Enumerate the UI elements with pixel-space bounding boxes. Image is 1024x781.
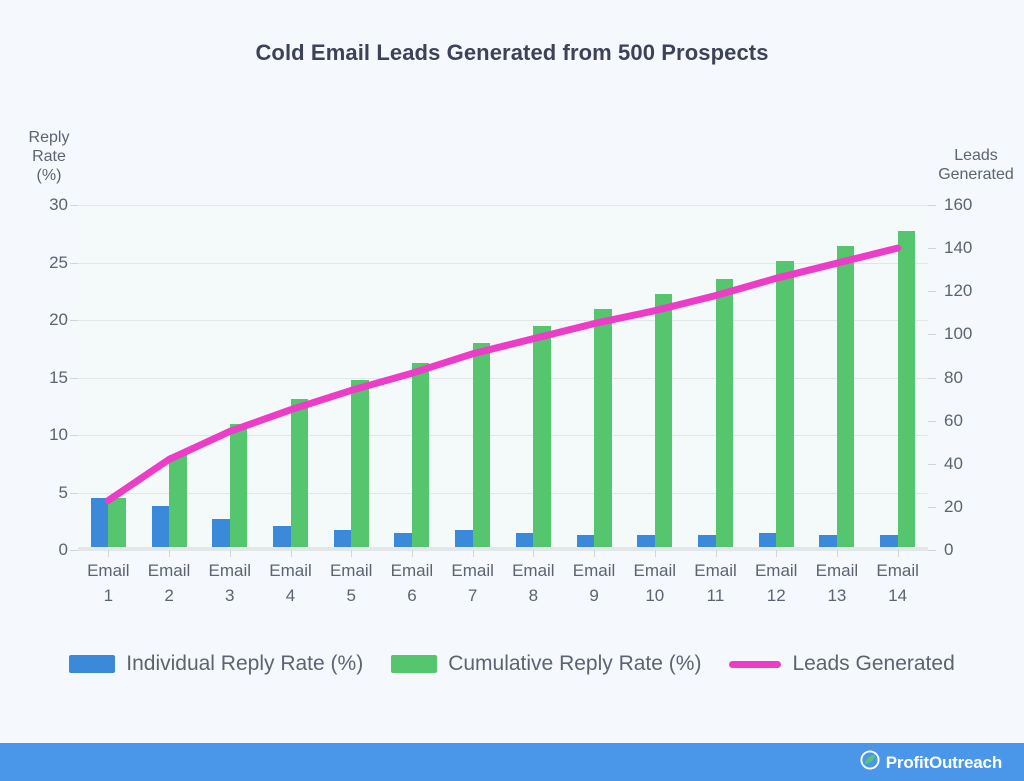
brand-name: ProfitOutreach <box>885 752 1002 772</box>
x-axis-tick-mark <box>411 550 413 557</box>
bar-individual-reply-rate[interactable] <box>90 498 109 550</box>
y-axis-right-tick-label: 120 <box>944 281 973 301</box>
y-axis-left-tick-mark <box>70 320 78 321</box>
legend-color-swatch-icon <box>391 655 438 673</box>
gridline <box>78 492 928 494</box>
legend-label: Individual Reply Rate (%) <box>126 652 364 675</box>
gridline <box>78 320 928 321</box>
gridline <box>78 435 928 436</box>
y-axis-left-tick-label: 30 <box>49 195 68 214</box>
x-axis-tick-mark <box>108 550 110 557</box>
y-axis-right-tick-label: 80 <box>944 367 963 387</box>
bar-cumulative-reply-rate[interactable] <box>229 423 248 550</box>
y-axis-left-tick-label: 5 <box>58 482 68 502</box>
bar-cumulative-reply-rate[interactable] <box>169 454 187 550</box>
y-axis-left-tick-mark <box>70 262 78 264</box>
legend-label: Cumulative Reply Rate (%) <box>448 652 702 675</box>
brand-logo: ProfitOutreach <box>860 750 1002 775</box>
y-axis-left-tick-label: 15 <box>49 367 68 387</box>
chart-title: Cold Email Leads Generated from 500 Pros… <box>255 40 769 65</box>
legend-label: Leads Generated <box>792 652 955 675</box>
axis-baseline <box>78 547 928 550</box>
legend-item[interactable]: Cumulative Reply Rate (%) <box>391 652 701 676</box>
legend-item[interactable]: Leads Generated <box>729 652 955 676</box>
x-axis-tick-mark <box>897 550 899 557</box>
y-axis-right-tick-mark <box>928 506 936 508</box>
legend-color-swatch-icon <box>69 655 116 673</box>
y-axis-right-tick-label: 140 <box>944 238 973 258</box>
bar-cumulative-reply-rate[interactable] <box>836 246 855 550</box>
x-axis-tick-mark <box>715 550 717 557</box>
y-axis-right-tick-mark <box>928 334 936 336</box>
x-axis-tick-mark <box>472 550 474 557</box>
bar-cumulative-reply-rate[interactable] <box>533 325 551 550</box>
plot-area: 0 5 10 15 20 25 30 0 20 40 60 80 100 120 140 160 <box>49 195 972 559</box>
chart-card: Cold Email Leads Generated from 500 Pros… <box>0 0 1024 743</box>
legend-line-swatch-icon <box>729 660 782 668</box>
bar-cumulative-reply-rate[interactable] <box>472 343 491 550</box>
bar-cumulative-reply-rate[interactable] <box>290 399 308 550</box>
bar-cumulative-reply-rate[interactable] <box>351 379 369 550</box>
y-axis-right-tick-label: 40 <box>944 453 963 473</box>
bar-cumulative-reply-rate[interactable] <box>108 498 126 550</box>
x-axis-tick-mark <box>229 550 231 557</box>
y-axis-right-tick-mark <box>928 291 936 293</box>
bar-cumulative-reply-rate[interactable] <box>654 293 673 550</box>
y-axis-right-tick-mark <box>928 248 936 250</box>
gridline <box>78 550 928 551</box>
y-axis-left-tick-mark <box>70 550 78 551</box>
x-axis-tick-mark <box>594 550 596 557</box>
right-axis-title: Leads Generated <box>938 147 1014 183</box>
y-axis-right-tick-label: 20 <box>944 496 963 516</box>
y-axis-right-tick-mark <box>928 463 936 465</box>
y-axis-left-tick-mark <box>70 492 78 494</box>
bar-cumulative-reply-rate[interactable] <box>715 278 733 550</box>
y-axis-right-tick-mark <box>928 550 936 551</box>
x-axis-tick-mark <box>351 550 353 557</box>
bar-cumulative-reply-rate[interactable] <box>897 231 916 550</box>
y-axis-left-tick-mark <box>70 205 78 206</box>
y-axis-right-tick-label: 160 <box>944 195 973 214</box>
bar-individual-reply-rate[interactable] <box>212 518 230 550</box>
bar-cumulative-reply-rate[interactable] <box>594 308 612 550</box>
legend-item[interactable]: Individual Reply Rate (%) <box>69 652 363 676</box>
y-axis-left-tick-label: 25 <box>49 252 68 272</box>
left-axis-title: Reply Rate (%) <box>28 129 70 184</box>
y-axis-right-tick-mark <box>928 377 936 379</box>
gridline <box>78 262 928 264</box>
x-axis-tick-label: Email 14 <box>876 561 919 605</box>
x-axis-tick-mark <box>169 550 171 557</box>
y-axis-right-tick-label: 60 <box>944 410 963 430</box>
bar-cumulative-reply-rate[interactable] <box>411 362 430 550</box>
leaf-circle-icon <box>860 750 880 775</box>
y-axis-left-tick-mark <box>70 435 78 436</box>
y-axis-right-tick-label: 0 <box>944 540 954 559</box>
y-axis-left-tick-label: 0 <box>58 540 68 559</box>
y-axis-right-tick-label: 100 <box>944 324 973 344</box>
x-axis-tick-mark <box>836 550 838 557</box>
gridline <box>78 205 928 206</box>
y-axis-left-tick-label: 20 <box>49 310 68 329</box>
y-axis-right-tick-mark <box>928 420 936 422</box>
x-axis-tick-mark <box>776 550 778 557</box>
x-axis-tick-mark <box>654 550 656 557</box>
bar-cumulative-reply-rate[interactable] <box>776 261 794 550</box>
y-axis-left-tick-label: 10 <box>49 425 68 444</box>
y-axis-right-tick-mark <box>928 205 936 206</box>
x-axis-tick-mark <box>290 550 292 557</box>
footer-bar: ProfitOutreach <box>0 743 1024 781</box>
y-axis-left-tick-mark <box>70 377 78 379</box>
gridline <box>78 377 928 379</box>
bar-individual-reply-rate[interactable] <box>151 506 170 550</box>
chart-legend: Individual Reply Rate (%) Cumulative Repl… <box>0 652 1024 676</box>
x-axis-tick-mark <box>533 550 535 557</box>
